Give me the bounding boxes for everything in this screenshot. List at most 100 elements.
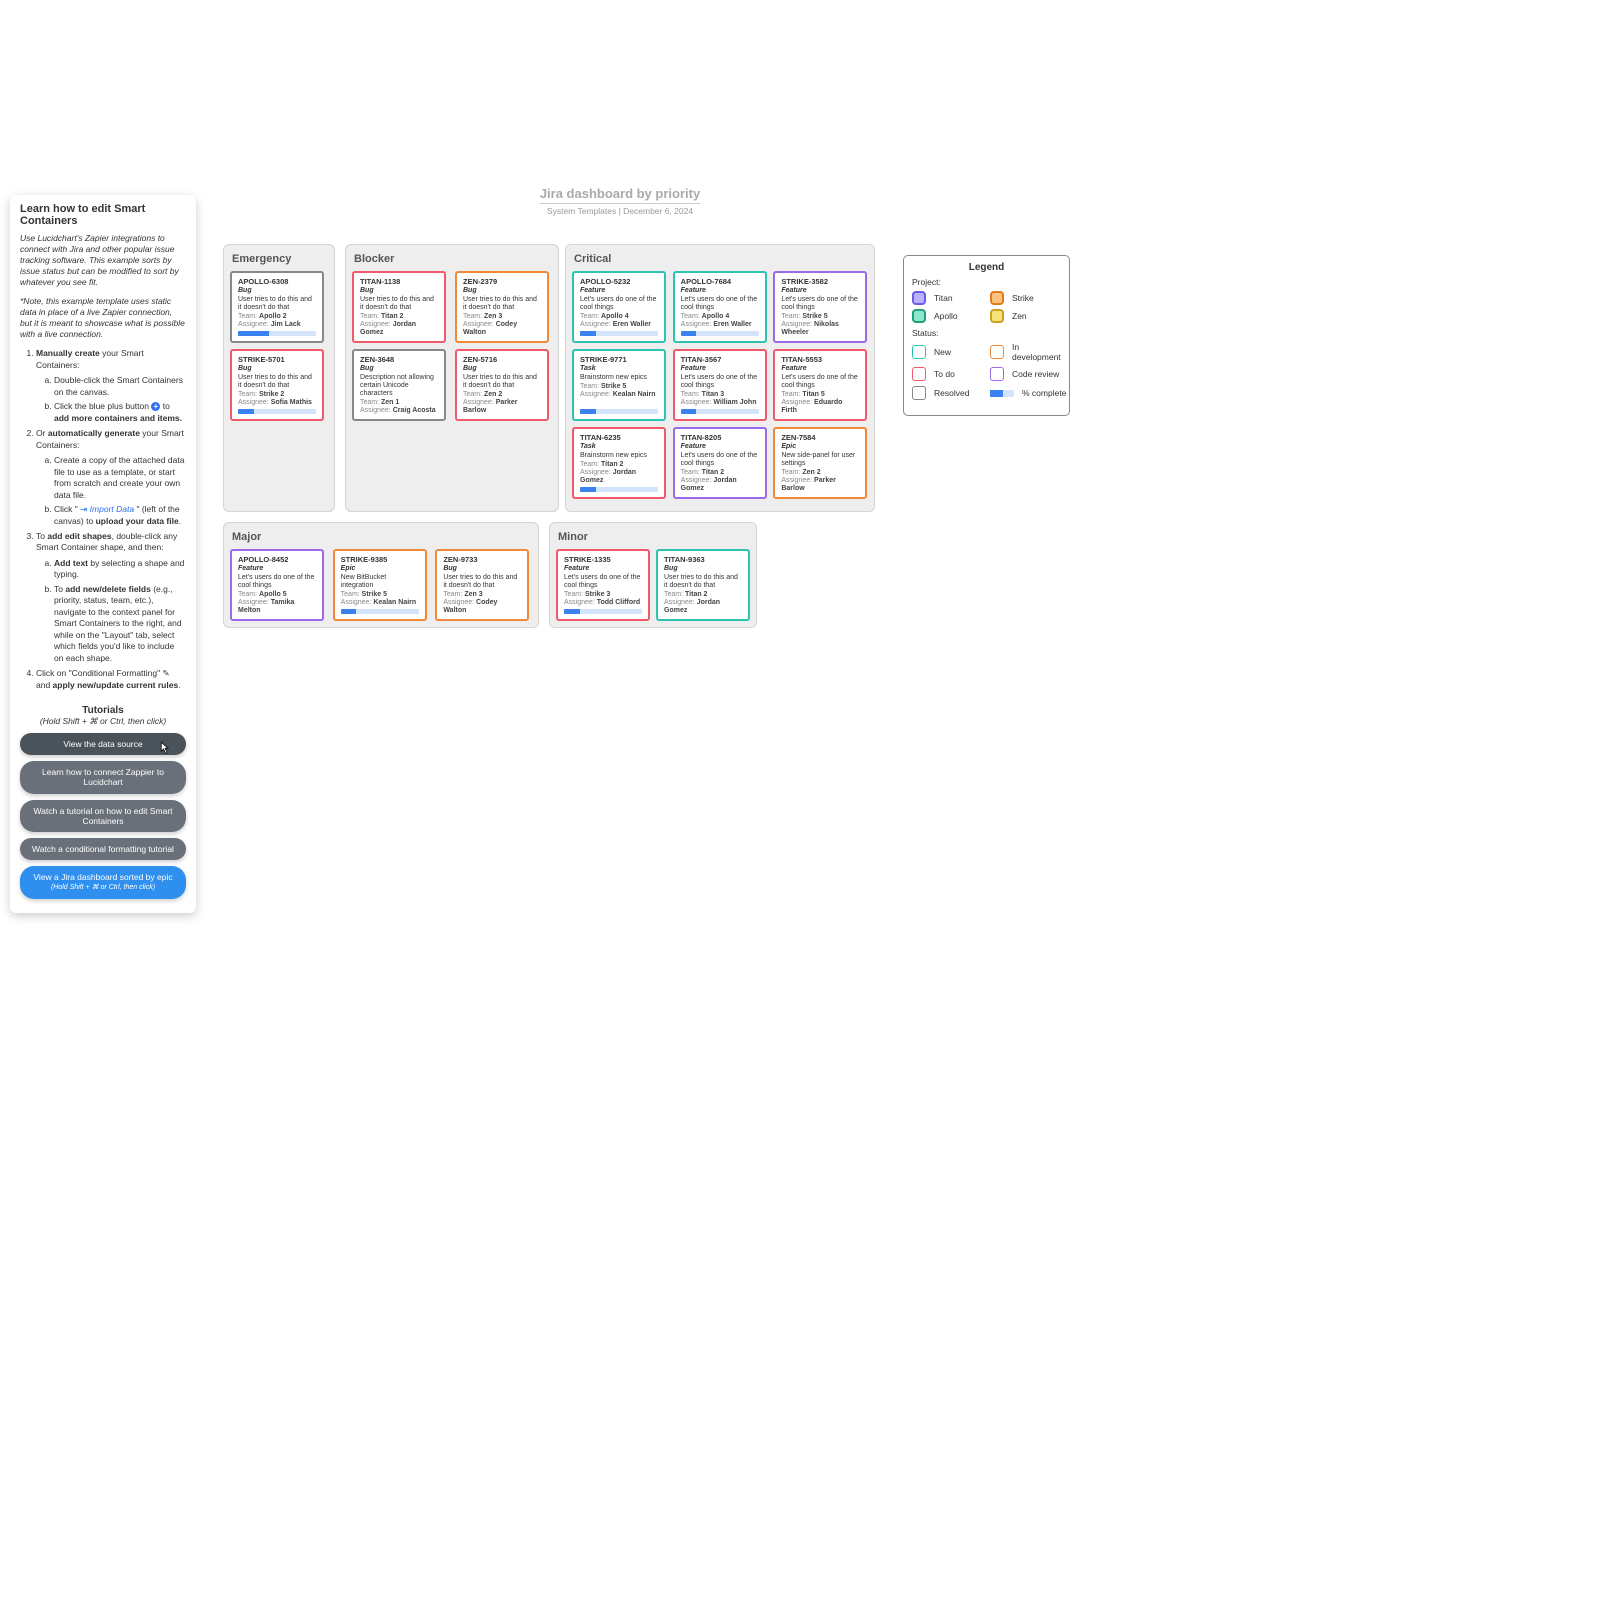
issue-assignee: Assignee: Eren Waller [681,321,759,329]
issue-summary: Let's users do one of the cool things [681,296,759,312]
issue-summary: User tries to do this and it doesn't do … [443,574,521,590]
edit-smart-containers-tutorial-button[interactable]: Watch a tutorial on how to edit Smart Co… [20,800,186,832]
issue-type: Epic [781,443,859,451]
issue-team: Team: Titan 2 [681,469,759,477]
issue-card[interactable]: TITAN-1138BugUser tries to do this and i… [352,271,446,343]
issue-type: Feature [238,565,316,573]
issue-card[interactable]: TITAN-8205FeatureLet's users do one of t… [673,427,767,499]
issue-summary: Let's users do one of the cool things [580,296,658,312]
priority-emergency[interactable]: EmergencyAPOLLO-6308BugUser tries to do … [223,244,335,512]
panel-heading: Learn how to edit Smart Containers [20,203,186,227]
priority-label: Major [232,531,532,543]
cards-grid: APOLLO-5232FeatureLet's users do one of … [572,271,868,499]
issue-card[interactable]: ZEN-9733BugUser tries to do this and it … [435,549,529,621]
issue-card[interactable]: TITAN-3567FeatureLet's users do one of t… [673,349,767,421]
issue-type: Bug [664,565,742,573]
project-name: Apollo [934,311,984,321]
issue-card[interactable]: APOLLO-5232FeatureLet's users do one of … [572,271,666,343]
issue-summary: Let's users do one of the cool things [681,374,759,390]
issue-assignee: Assignee: Eren Waller [580,321,658,329]
issue-card[interactable]: STRIKE-5701BugUser tries to do this and … [230,349,324,421]
issue-card[interactable]: APOLLO-8452FeatureLet's users do one of … [230,549,324,621]
issue-card[interactable]: APOLLO-7684FeatureLet's users do one of … [673,271,767,343]
issue-team: Team: Apollo 5 [238,591,316,599]
step-4: Click on "Conditional Formatting" ✎ and … [36,668,186,691]
issue-summary: New BitBucket integration [341,574,419,590]
view-data-source-button[interactable]: View the data source [20,733,186,755]
issue-team: Team: Titan 2 [580,461,658,469]
issue-card[interactable]: ZEN-2379BugUser tries to do this and it … [455,271,549,343]
issue-summary: Description not allowing certain Unicode… [360,374,438,398]
connect-zapier-button[interactable]: Learn how to connect Zappier to Lucidcha… [20,761,186,793]
issue-card[interactable]: APOLLO-6308BugUser tries to do this and … [230,271,324,343]
step-2: Or automatically generate your Smart Con… [36,428,186,527]
issue-team: Team: Strike 5 [341,591,419,599]
issue-card[interactable]: STRIKE-1335FeatureLet's users do one of … [556,549,650,621]
cursor-pointer-icon [156,740,174,758]
status-swatch [990,367,1004,381]
issue-id: APOLLO-8452 [238,556,316,565]
issue-id: STRIKE-9385 [341,556,419,565]
view-dashboard-by-epic-button[interactable]: View a Jira dashboard sorted by epic (Ho… [20,866,186,899]
status-swatch [990,345,1004,359]
issue-id: APOLLO-5232 [580,278,658,287]
issue-card[interactable]: STRIKE-3582FeatureLet's users do one of … [773,271,867,343]
import-data-icon: ⇥ [80,504,87,514]
project-name: Strike [1012,293,1062,303]
issue-assignee: Assignee: Codey Walton [443,599,521,615]
plus-icon: + [151,402,160,411]
issue-card[interactable]: ZEN-3648BugDescription not allowing cert… [352,349,446,421]
priority-major[interactable]: Major APOLLO-8452FeatureLet's users do on… [223,522,539,628]
priority-minor[interactable]: MinorSTRIKE-1335FeatureLet's users do on… [549,522,757,628]
issue-card[interactable]: ZEN-7584EpicNew side-panel for user sett… [773,427,867,499]
issue-id: TITAN-5553 [781,356,859,365]
issue-card[interactable]: STRIKE-9771TaskBrainstorm new epicsTeam:… [572,349,666,421]
step-3: To add edit shapes, double-click any Sma… [36,531,186,664]
steps-list: Manually create your Smart Containers: D… [20,348,186,691]
step-3b: To add new/delete fields (e.g., priority… [54,584,186,664]
progress-bar [238,409,316,414]
legend-statuses: NewIn developmentTo doCode reviewResolve… [912,342,1061,400]
issue-team: Team: Apollo 4 [580,313,658,321]
panel-intro-1: Use Lucidchart's Zapier integrations to … [20,233,186,288]
document-title-block: Jira dashboard by priority System Templa… [470,186,770,216]
conditional-formatting-tutorial-button[interactable]: Watch a conditional formatting tutorial [20,838,186,860]
legend-title: Legend [912,262,1061,273]
issue-assignee: Assignee: Jordan Gomez [664,599,742,615]
issue-assignee: Assignee: William John [681,399,759,407]
issue-id: ZEN-7584 [781,434,859,443]
conditional-formatting-icon: ✎ [163,668,170,679]
panel-intro-2: *Note, this example template uses static… [20,296,186,340]
issue-assignee: Assignee: Nikolas Wheeler [781,321,859,337]
issue-card[interactable]: ZEN-5716BugUser tries to do this and it … [455,349,549,421]
issue-type: Bug [443,565,521,573]
issue-card[interactable]: STRIKE-9385EpicNew BitBucket integration… [333,549,427,621]
issue-summary: Brainstorm new epics [580,452,658,460]
issue-team: Team: Titan 2 [360,313,438,321]
issue-assignee: Assignee: Eduardo Firth [781,399,859,415]
issue-type: Bug [463,365,541,373]
project-swatch-strike [990,291,1004,305]
legend-panel: Legend Project: TitanStrikeApolloZen Sta… [903,255,1070,416]
issue-card[interactable]: TITAN-5553FeatureLet's users do one of t… [773,349,867,421]
issue-assignee: Assignee: Parker Barlow [781,477,859,493]
project-swatch-apollo [912,309,926,323]
issue-team: Team: Titan 3 [681,391,759,399]
import-data-link[interactable]: Import Data [90,504,134,514]
issue-card[interactable]: TITAN-9363BugUser tries to do this and i… [656,549,750,621]
progress-bar [341,609,419,614]
issue-team: Team: Strike 3 [564,591,642,599]
issue-type: Bug [360,365,438,373]
priority-critical[interactable]: Critical APOLLO-5232FeatureLet's users do… [565,244,875,512]
issue-team: Team: Strike 5 [781,313,859,321]
priority-blocker[interactable]: BlockerTITAN-1138BugUser tries to do thi… [345,244,559,512]
legend-projects: TitanStrikeApolloZen [912,291,1061,323]
step-2b: Click " ⇥ Import Data " (left of the can… [54,504,186,527]
issue-id: TITAN-6235 [580,434,658,443]
issue-type: Task [580,365,658,373]
step-3a: Add text by selecting a shape and typing… [54,558,186,581]
issue-card[interactable]: TITAN-6235TaskBrainstorm new epicsTeam: … [572,427,666,499]
instructions-panel: Learn how to edit Smart Containers Use L… [10,195,196,913]
issue-id: STRIKE-1335 [564,556,642,565]
priority-label: Critical [574,253,868,265]
